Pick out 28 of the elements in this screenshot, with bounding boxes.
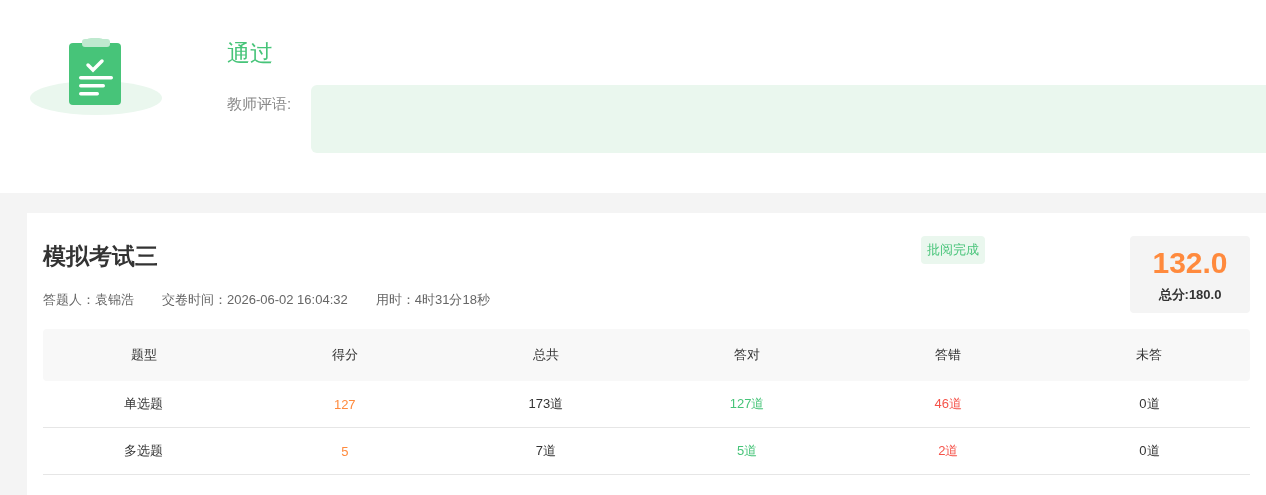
table-cell-text: 多选题 bbox=[123, 442, 165, 460]
exam-title: 模拟考试三 bbox=[43, 242, 159, 271]
table-cell-text: 7道 bbox=[534, 442, 558, 460]
clipboard-check-icon bbox=[29, 36, 163, 116]
table-cell-text: 2道 bbox=[937, 442, 960, 460]
comment-label: 教师评语: bbox=[227, 94, 293, 114]
column-header: 得分 bbox=[330, 346, 359, 364]
score-value: 132.0 bbox=[1152, 245, 1228, 280]
table-cell-text: 5 bbox=[340, 443, 350, 459]
table-cell-text: 46道 bbox=[933, 395, 963, 413]
column-header: 总共 bbox=[531, 346, 560, 364]
column-header: 答对 bbox=[733, 346, 762, 364]
status-badge: 批阅完成 bbox=[921, 236, 985, 264]
meta-text: 交卷时间：2026-06-02 16:04:32 bbox=[162, 291, 348, 309]
meta-text: 答题人：袁锦浩 bbox=[43, 291, 134, 309]
table-cell-text: 127道 bbox=[728, 395, 766, 413]
column-header: 答错 bbox=[934, 346, 963, 364]
table-cell-text: 127 bbox=[332, 396, 357, 412]
table-cell-text: 173道 bbox=[527, 395, 565, 413]
table-cell-text: 单选题 bbox=[123, 395, 165, 413]
meta-text: 用时：4时31分18秒 bbox=[375, 291, 490, 309]
column-header: 题型 bbox=[129, 346, 158, 364]
table-cell-text: 5道 bbox=[736, 442, 759, 460]
total-score: 总分:180.0 bbox=[1158, 285, 1222, 304]
table-cell-text: 0道 bbox=[1138, 442, 1161, 460]
result-status: 通过 bbox=[227, 39, 274, 68]
column-header: 未答 bbox=[1135, 346, 1164, 364]
table-cell-text: 0道 bbox=[1138, 395, 1161, 413]
